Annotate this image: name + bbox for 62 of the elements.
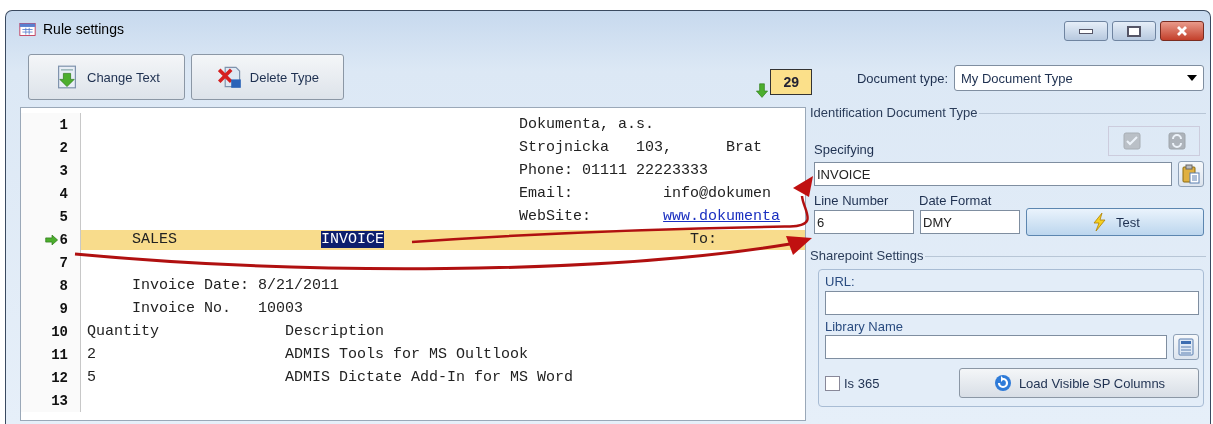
code-text: Dokumenta, a.s. (518, 116, 655, 133)
group-title: Identification Document Type (810, 105, 978, 120)
line-number: 1 (59, 116, 68, 133)
counter-badge: 29 (770, 68, 812, 95)
load-columns-button[interactable]: Load Visible SP Columns (959, 368, 1199, 398)
field-label: Library Name (825, 319, 905, 334)
test-button[interactable]: Test (1026, 208, 1204, 236)
code-text: WebSite: (518, 208, 593, 225)
line-number: 3 (59, 162, 68, 179)
document-delete-icon (217, 64, 242, 90)
code-text: Email: info@dokumen (518, 185, 772, 202)
field-label: URL: (825, 274, 856, 289)
clipboard-icon (1181, 164, 1201, 184)
line-number: 11 (51, 346, 68, 363)
line-number: 2 (59, 139, 68, 156)
is-365-checkbox[interactable]: Is 365 (825, 375, 880, 391)
code-text: 2 ADMIS Tools for MS Oultlook (87, 346, 529, 363)
paste-button[interactable] (1178, 161, 1204, 187)
input-field[interactable]: 6 (814, 210, 914, 234)
change-text-button[interactable]: Change Text (28, 54, 185, 100)
maximize-button[interactable] (1112, 21, 1156, 41)
code-text: Invoice Date: 8/21/2011 (131, 277, 340, 294)
code-text: 5 ADMIS Dictate Add-In for MS Word (87, 369, 574, 386)
line-number: 10 (51, 323, 68, 340)
group-title: Sharepoint Settings (810, 248, 924, 263)
list-button[interactable] (1173, 334, 1199, 360)
input-field[interactable]: INVOICE (814, 162, 1172, 186)
line-number: 8 (59, 277, 68, 294)
refresh-icon (1166, 131, 1187, 151)
window-title: Rule settings (43, 21, 125, 37)
link[interactable]: www.dokumenta (663, 208, 781, 225)
code-text: Strojnicka 103, Brat (518, 139, 763, 156)
text-editor[interactable] (20, 107, 806, 421)
code-text: Quantity Description (87, 323, 385, 340)
line-number: 5 (59, 208, 68, 225)
code-text: SALES (131, 231, 178, 248)
refresh-icon (992, 373, 1013, 393)
line-number: 4 (59, 185, 68, 202)
selected-text: INVOICE (321, 231, 385, 248)
code-text: Invoice No. 10003 (131, 300, 304, 317)
line-number: 13 (51, 392, 68, 409)
code-text: Phone: 01111 22223333 (518, 162, 709, 179)
input-field[interactable]: DMY (920, 210, 1020, 234)
input-field[interactable] (825, 291, 1199, 315)
line-number: 6 (59, 231, 68, 248)
document-type-dropdown[interactable]: My Document Type (954, 65, 1204, 91)
list-icon (1176, 337, 1196, 357)
table-icon (18, 20, 37, 38)
delete-type-button[interactable]: Delete Type (190, 54, 344, 100)
field-label: Line Number (814, 193, 890, 208)
field-label: Specifying (814, 142, 875, 157)
close-button[interactable] (1160, 21, 1204, 41)
input-field[interactable] (825, 335, 1167, 359)
arrow-down-icon (754, 81, 771, 100)
minimize-button[interactable] (1064, 21, 1108, 41)
check-icon (1121, 131, 1142, 151)
field-label: Date Format (919, 193, 992, 208)
field-label: Document type: (856, 70, 948, 86)
line-number: 9 (59, 300, 68, 317)
line-number: 7 (59, 254, 68, 271)
code-text: To: (689, 231, 718, 248)
line-number: 12 (51, 369, 68, 386)
